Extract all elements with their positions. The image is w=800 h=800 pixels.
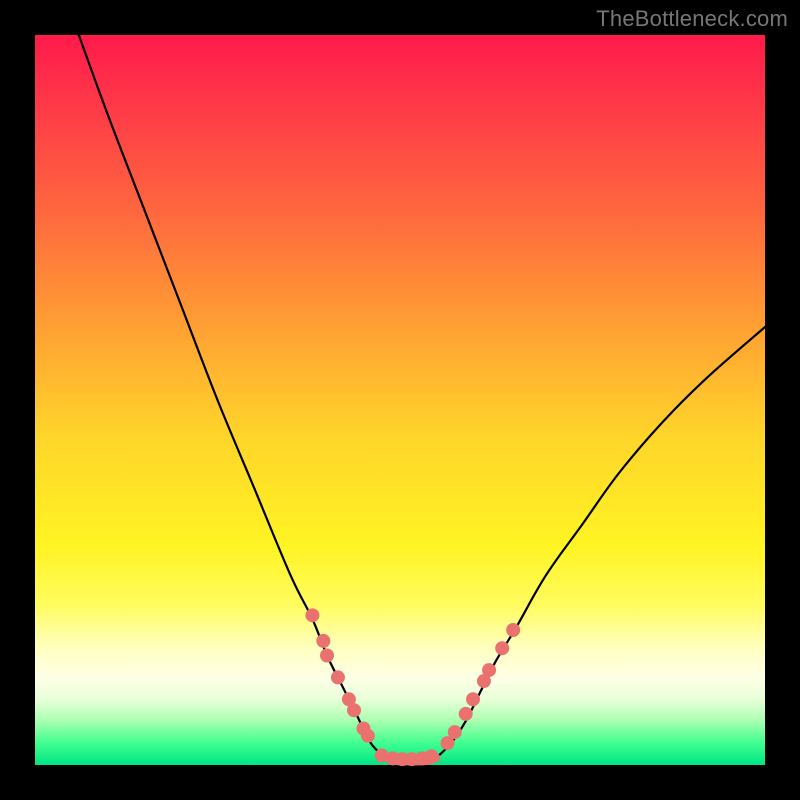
plot-area <box>35 35 765 765</box>
chart-markers <box>305 608 520 766</box>
watermark-text: TheBottleneck.com <box>596 6 788 32</box>
chart-svg <box>35 35 765 765</box>
chart-frame: TheBottleneck.com <box>0 0 800 800</box>
chart-lines <box>79 35 765 758</box>
